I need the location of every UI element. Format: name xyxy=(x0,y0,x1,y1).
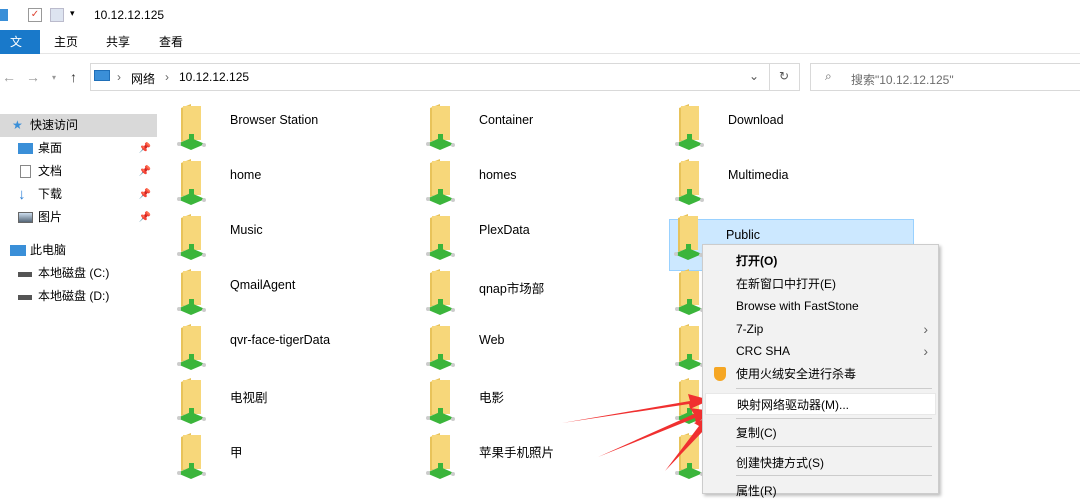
menu-item-label: 打开(O) xyxy=(736,254,778,268)
chevron-right-icon: › xyxy=(923,343,928,359)
menu-item-properties[interactable]: 属性(R) xyxy=(705,480,936,502)
menu-separator xyxy=(736,475,932,476)
menu-item-copy[interactable]: 复制(C) xyxy=(705,422,936,444)
menu-item-label: 映射网络驱动器(M)... xyxy=(737,398,849,412)
menu-item-map-network-drive[interactable]: 映射网络驱动器(M)... xyxy=(705,393,936,415)
menu-item-label: CRC SHA xyxy=(736,344,791,358)
menu-item-7zip[interactable]: 7-Zip › xyxy=(705,318,936,340)
menu-separator xyxy=(736,388,932,389)
menu-item-label: 使用火绒安全进行杀毒 xyxy=(736,367,857,381)
menu-separator xyxy=(736,418,932,419)
context-menu: 打开(O) 在新窗口中打开(E) Browse with FastStone 7-Zi… xyxy=(702,244,939,498)
menu-item-label: 属性(R) xyxy=(736,484,777,498)
menu-item-open[interactable]: 打开(O) xyxy=(705,250,936,272)
menu-item-label: 创建快捷方式(S) xyxy=(736,456,824,470)
menu-item-label: 复制(C) xyxy=(736,426,777,440)
menu-item-create-shortcut[interactable]: 创建快捷方式(S) xyxy=(705,452,936,474)
menu-item-open-new-window[interactable]: 在新窗口中打开(E) xyxy=(705,273,936,295)
menu-item-browse-faststone[interactable]: Browse with FastStone xyxy=(705,295,936,317)
menu-item-label: 7-Zip xyxy=(736,322,764,336)
chevron-right-icon: › xyxy=(923,321,928,337)
menu-item-label: Browse with FastStone xyxy=(736,299,859,313)
menu-item-label: 在新窗口中打开(E) xyxy=(736,277,836,291)
menu-item-crc-sha[interactable]: CRC SHA › xyxy=(705,340,936,362)
menu-separator xyxy=(736,446,932,447)
menu-item-huorong-scan[interactable]: 使用火绒安全进行杀毒 xyxy=(705,363,936,385)
huorong-shield-icon xyxy=(714,367,726,381)
